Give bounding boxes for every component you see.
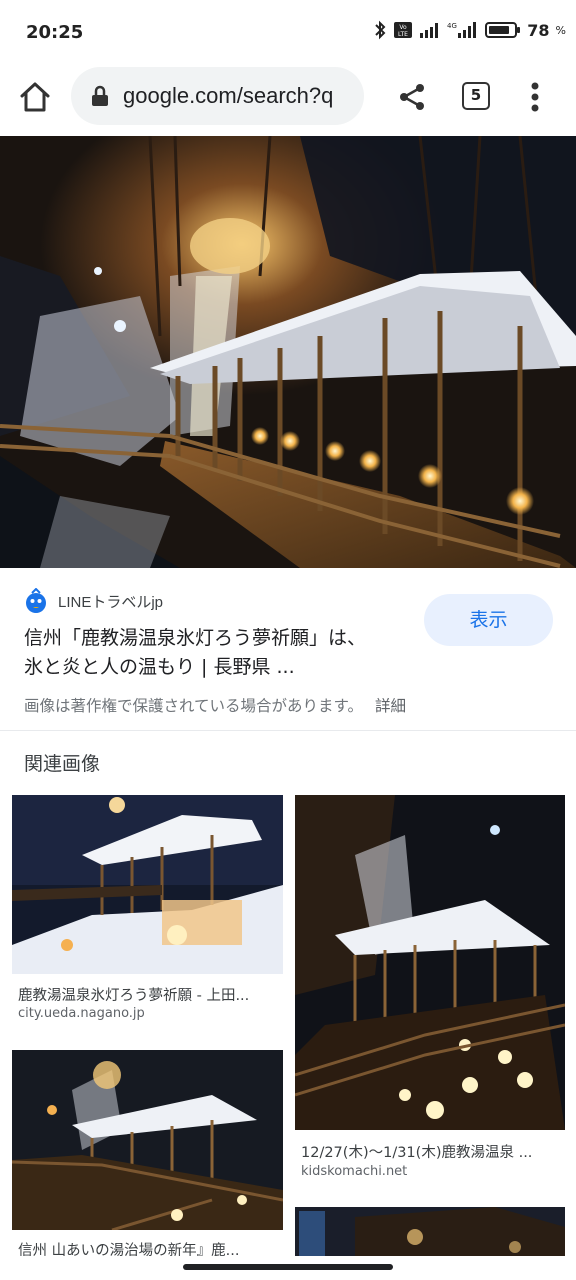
signal-4g-icon: 4G [447,22,477,38]
address-bar[interactable]: google.com/search?q [71,67,364,125]
tab-switcher-icon[interactable]: 5 [462,82,490,110]
divider [0,730,576,731]
status-time: 20:25 [26,22,84,43]
overflow-menu-icon[interactable] [524,80,546,114]
result-image[interactable] [0,136,576,568]
browser-toolbar: google.com/search?q 5 [0,66,576,136]
result-title[interactable]: 信州「鹿教湯温泉氷灯ろう夢祈願」は、 氷と炎と人の温もり | 長野県 ... [24,624,404,682]
status-bar: 20:25 Vo LTE 4G 78% [0,0,576,66]
source-name: LINEトラベルjp [58,593,164,611]
gesture-nav-handle[interactable] [183,1264,393,1270]
view-button[interactable]: 表示 [424,594,553,646]
source-logo-icon [26,588,46,613]
signal-icon [420,23,439,38]
volte-icon: Vo LTE [394,22,413,38]
svg-text:Vo: Vo [400,24,408,31]
lock-icon [92,85,108,106]
result-title-line-2: 氷と炎と人の温もり | 長野県 ... [24,656,295,678]
related-image-2[interactable] [295,795,565,1130]
related-image-1[interactable] [12,795,283,974]
related-images-heading: 関連画像 [24,753,101,775]
copyright-row: 画像は著作権で保護されている場合があります。 詳細 [24,694,406,716]
svg-text:LTE: LTE [398,31,408,38]
copyright-notice: 画像は著作権で保護されている場合があります。 [24,697,363,715]
home-icon[interactable] [18,80,52,114]
result-source[interactable]: LINEトラベルjp [24,588,163,614]
status-icons: Vo LTE 4G 78% [373,20,566,40]
result-title-line-1: 信州「鹿教湯温泉氷灯ろう夢祈願」は、 [24,627,367,649]
share-icon[interactable] [398,82,426,112]
svg-text:4G: 4G [447,22,457,30]
related-image-3[interactable] [12,1050,283,1230]
related-domain-1: city.ueda.nagano.jp [18,1006,145,1021]
related-caption-2[interactable]: 12/27(木)〜1/31(木)鹿教湯温泉 ... [301,1141,563,1162]
battery-percent: 78 [527,20,550,40]
related-caption-1[interactable]: 鹿教湯温泉氷灯ろう夢祈願 - 上田... [18,984,280,1005]
url-text[interactable]: google.com/search?q [123,83,333,109]
details-link[interactable]: 詳細 [375,697,406,715]
bluetooth-icon [375,20,386,40]
battery-icon [485,22,521,38]
related-domain-2: kidskomachi.net [301,1164,408,1179]
battery-unit: % [555,23,566,37]
